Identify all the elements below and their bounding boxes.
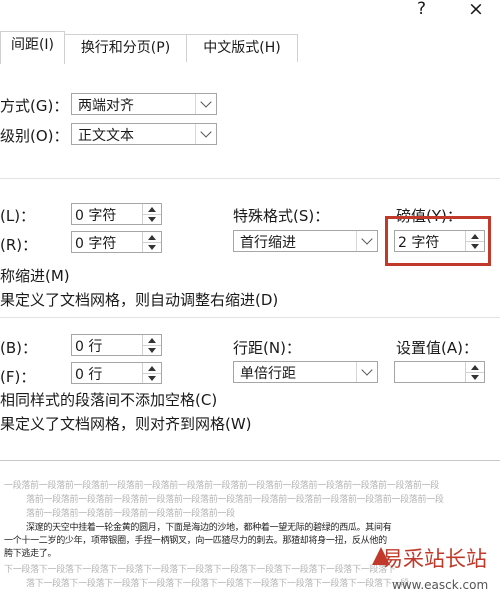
chevron-down-icon <box>195 124 216 144</box>
spin-down-icon[interactable] <box>143 373 161 383</box>
close-button[interactable]: × <box>468 0 484 20</box>
indent-right-spinner[interactable]: 0 字符 <box>71 231 162 253</box>
special-format-label: 特殊格式(S)： <box>233 207 330 225</box>
preview-next-line: 下一段落下一段落下一段落下一段落下一段落下一段落下一段落下一段落下一段落下一段落… <box>4 565 396 575</box>
special-format-select[interactable]: 首行缩进 <box>233 230 378 252</box>
spin-down-icon[interactable] <box>466 372 484 382</box>
indent-right-label: (R)： <box>0 236 38 254</box>
spacing-after-value: 0 行 <box>75 367 103 383</box>
spacing-before-value: 0 行 <box>75 339 103 355</box>
tab-line-page-breaks[interactable]: 换行和分页(P) <box>63 34 188 63</box>
mirror-indent-checkbox-label[interactable]: 称缩进(M) <box>0 265 70 286</box>
indent-right-value: 0 字符 <box>75 236 117 252</box>
spacing-before-spinner[interactable]: 0 行 <box>71 334 162 356</box>
indent-left-value: 0 字符 <box>75 208 117 224</box>
alignment-label: 方式(G)： <box>0 97 69 115</box>
spin-down-icon[interactable] <box>143 242 161 252</box>
preview-prev-line: 落前一段落前一段落前一段落前一段落前一段落前一段落前一段落前一段落前一段落前一段… <box>26 495 444 505</box>
help-button[interactable]: ? <box>417 0 426 19</box>
preview-next-line: 落下一段落下一段落下一段落下一段落下一段落下一段落下一段落下一段落下一段落下一段… <box>26 579 409 589</box>
chevron-down-icon <box>356 231 377 251</box>
tab-label: 中文版式(H) <box>203 40 281 56</box>
line-spacing-label: 行距(N)： <box>233 339 301 357</box>
chevron-down-icon <box>356 362 377 382</box>
outline-level-select[interactable]: 正文文本 <box>71 123 217 145</box>
outline-level-label: 级别(O)： <box>0 127 69 145</box>
outline-level-value: 正文文本 <box>78 128 134 144</box>
preview-prev-line: 落前一段落前一段落前一段落前一段落前一段落前一段 <box>26 509 235 519</box>
preview-body-line: 一个十一二岁的少年，项带银圈，手捏一柄钢叉，向一匹猹尽力的刺去。那猹却将身一扭，… <box>4 536 387 546</box>
auto-adjust-checkbox-label[interactable]: 果定义了文档网格，则自动调整右缩进(D) <box>0 289 278 310</box>
at-label: 设置值(A)： <box>396 339 478 357</box>
preview-body-line: 胯下逃走了。 <box>4 549 57 559</box>
spacing-after-spinner[interactable]: 0 行 <box>71 362 162 384</box>
watermark: 易采站长站 www.easck.com <box>370 535 500 600</box>
alignment-value: 两端对齐 <box>78 98 134 114</box>
tab-label: 间距(I) <box>10 37 55 53</box>
alignment-select[interactable]: 两端对齐 <box>71 93 217 115</box>
preview-body-line: 深邃的天空中挂着一轮金黄的圆月，下面是海边的沙地，都种着一望无际的碧绿的西瓜。其… <box>26 523 392 533</box>
watermark-title: 易采站长站 <box>382 547 487 571</box>
indent-left-label: (L)： <box>0 207 36 225</box>
no-space-checkbox-label[interactable]: 相同样式的段落间不添加空格(C) <box>0 389 217 410</box>
preview-prev-line: 一段落前一段落前一段落前一段落前一段落前一段落前一段落前一段落前一段落前一段落前… <box>4 481 440 491</box>
watermark-url: www.easck.com <box>392 578 489 592</box>
at-spinner[interactable] <box>394 361 485 383</box>
line-spacing-select[interactable]: 单倍行距 <box>233 361 378 383</box>
tab-label: 换行和分页(P) <box>80 40 171 56</box>
spacing-after-label: (F)： <box>0 368 36 386</box>
special-format-value: 首行缩进 <box>240 235 296 251</box>
indent-left-spinner[interactable]: 0 字符 <box>71 203 162 225</box>
spacing-before-label: (B)： <box>0 339 37 357</box>
spin-down-icon[interactable] <box>143 214 161 224</box>
tab-indents-spacing[interactable]: 间距(I) <box>0 31 65 64</box>
spin-down-icon[interactable] <box>143 345 161 355</box>
section-divider <box>0 317 500 318</box>
section-divider <box>0 178 500 179</box>
line-spacing-value: 单倍行距 <box>240 366 296 382</box>
snap-grid-checkbox-label[interactable]: 果定义了文档网格，则对齐到网格(W) <box>0 413 252 434</box>
tab-asian-typography[interactable]: 中文版式(H) <box>186 34 298 63</box>
highlight-box <box>385 216 491 266</box>
chevron-down-icon <box>195 94 216 114</box>
